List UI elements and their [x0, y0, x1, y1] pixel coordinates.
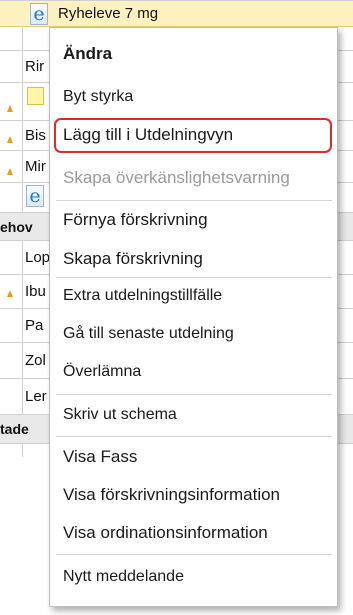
list-row-text: Ibu — [22, 275, 46, 308]
menu-item-extra-utdelningstillfalle[interactable]: Extra utdelningstillfälle — [63, 286, 222, 306]
menu-item-byt-styrka[interactable]: Byt styrka — [63, 87, 133, 107]
list-row-selected[interactable]: e Ryheleve 7 mg — [0, 0, 353, 27]
menu-item-skriv-ut-schema[interactable]: Skriv ut schema — [63, 405, 177, 425]
menu-item-lagg-till-i-utdelningvyn[interactable]: Lägg till i Utdelningvyn — [63, 125, 233, 145]
list-row-text: Zol — [22, 343, 46, 378]
menu-separator — [56, 277, 332, 278]
list-row-text: Ryheleve 7 mg — [58, 5, 159, 22]
section-header-text: tade — [0, 421, 29, 437]
menu-separator — [56, 436, 332, 437]
list-row-text: Rir — [22, 51, 44, 82]
list-row-text: Ler — [22, 379, 47, 414]
menu-item-fornya-forskrivning[interactable]: Förnya förskrivning — [63, 210, 208, 230]
e-prescription-icon: e — [26, 185, 44, 207]
list-row-text: Pa — [22, 309, 43, 342]
list-row-text: Bis — [22, 121, 46, 150]
warning-icon — [7, 136, 13, 143]
menu-item-skapa-forskrivning[interactable]: Skapa förskrivning — [63, 249, 203, 269]
menu-separator — [56, 200, 332, 201]
menu-item-visa-forskrivningsinformation[interactable]: Visa förskrivningsinformation — [63, 485, 280, 505]
list-row-text: Mir — [22, 151, 46, 182]
warning-icon — [7, 168, 13, 175]
note-icon — [27, 87, 44, 105]
menu-item-andra[interactable]: Ändra — [63, 44, 112, 64]
menu-item-skapa-overkanslighetsvarning: Skapa överkänslighetsvarning — [63, 168, 290, 187]
menu-item-overlamna[interactable]: Överlämna — [63, 362, 141, 382]
menu-item-visa-fass[interactable]: Visa Fass — [63, 447, 137, 467]
menu-separator — [56, 394, 332, 395]
list-row-text: Lop — [22, 241, 50, 274]
menu-item-ga-till-senaste-utdelning[interactable]: Gå till senaste utdelning — [63, 324, 234, 344]
e-prescription-icon: e — [30, 3, 48, 25]
warning-icon — [7, 105, 13, 112]
warning-icon — [7, 290, 13, 297]
menu-item-nytt-meddelande[interactable]: Nytt meddelande — [63, 567, 184, 587]
section-header-text: ehov — [0, 218, 33, 235]
menu-item-visa-ordinationsinformation[interactable]: Visa ordinationsinformation — [63, 523, 268, 543]
context-menu: Ändra Byt styrka Lägg till i Utdelningvy… — [49, 27, 338, 607]
menu-separator — [56, 554, 332, 555]
